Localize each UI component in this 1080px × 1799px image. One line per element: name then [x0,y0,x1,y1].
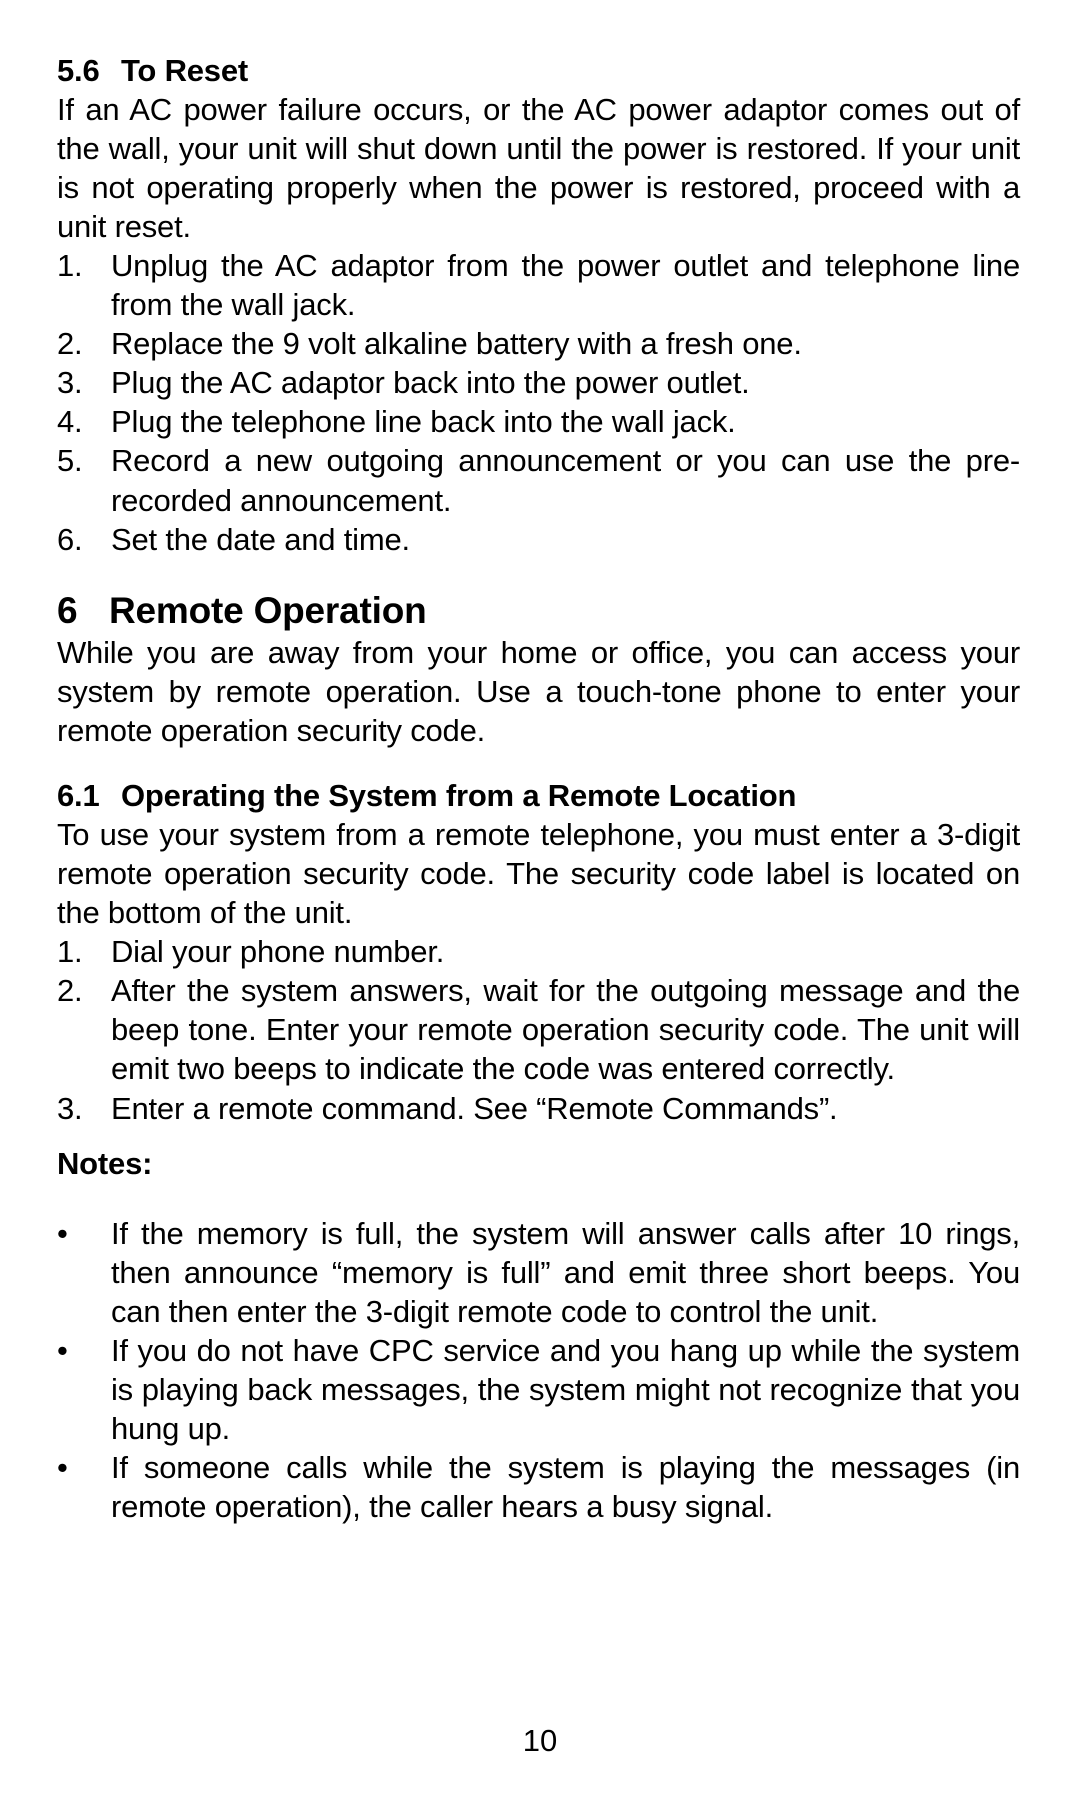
list-text: If someone calls while the system is pla… [111,1450,1020,1524]
list-item: 2. Replace the 9 volt alkaline battery wi… [57,324,1020,363]
list-marker: 2. [57,971,82,1010]
section-title: Operating the System from a Remote Locat… [121,778,796,813]
list-text: Replace the 9 volt alkaline battery with… [111,326,802,361]
section-5-6-heading: 5.6To Reset [57,51,1020,90]
list-marker: 3. [57,363,82,402]
list-text: Plug the telephone line back into the wa… [111,404,736,439]
list-text: Record a new outgoing announcement or yo… [111,443,1020,517]
list-text: Dial your phone number. [111,934,444,969]
notes-label: Notes: [57,1144,1020,1183]
bullet-icon: • [57,1448,68,1487]
list-marker: 1. [57,246,82,285]
section-title: To Reset [121,53,248,88]
section-6-heading: 6Remote Operation [57,589,1020,633]
section-title: Remote Operation [109,590,427,631]
list-marker: 1. [57,932,82,971]
list-text: Unplug the AC adaptor from the power out… [111,248,1020,322]
list-item: 3. Plug the AC adaptor back into the powe… [57,363,1020,402]
reset-steps-list: 1. Unplug the AC adaptor from the power o… [57,246,1020,558]
section-6-intro: While you are away from your home or off… [57,633,1020,750]
section-number: 6.1 [57,776,121,815]
list-marker: 4. [57,402,82,441]
list-item: • If someone calls while the system is pl… [57,1448,1020,1526]
bullet-icon: • [57,1214,68,1253]
section-5-6-intro: If an AC power failure occurs, or the AC… [57,90,1020,246]
list-text: If you do not have CPC service and you h… [111,1333,1020,1446]
list-item: 1. Dial your phone number. [57,932,1020,971]
remote-steps-list: 1. Dial your phone number. 2. After the sy… [57,932,1020,1127]
list-text: If the memory is full, the system will a… [111,1216,1020,1329]
list-marker: 2. [57,324,82,363]
section-number: 5.6 [57,51,121,90]
list-item: • If you do not have CPC service and you … [57,1331,1020,1448]
list-text: Set the date and time. [111,522,410,557]
list-item: 1. Unplug the AC adaptor from the power o… [57,246,1020,324]
list-item: 3. Enter a remote command. See “Remote Co… [57,1089,1020,1128]
bullet-icon: • [57,1331,68,1370]
list-marker: 5. [57,441,82,480]
list-item: 4. Plug the telephone line back into the … [57,402,1020,441]
section-6-1-heading: 6.1Operating the System from a Remote Lo… [57,776,1020,815]
list-item: 5. Record a new outgoing announcement or … [57,441,1020,519]
list-text: After the system answers, wait for the o… [111,973,1020,1086]
page-content: 5.6To Reset If an AC power failure occur… [57,51,1020,1526]
list-text: Plug the AC adaptor back into the power … [111,365,750,400]
list-item: • If the memory is full, the system will … [57,1214,1020,1331]
list-marker: 3. [57,1089,82,1128]
list-text: Enter a remote command. See “Remote Comm… [111,1091,837,1126]
section-6-1-intro: To use your system from a remote telepho… [57,815,1020,932]
list-item: 6. Set the date and time. [57,520,1020,559]
notes-list: • If the memory is full, the system will … [57,1214,1020,1526]
list-marker: 6. [57,520,82,559]
section-number: 6 [57,589,109,633]
page-number: 10 [0,1723,1080,1759]
list-item: 2. After the system answers, wait for the… [57,971,1020,1088]
